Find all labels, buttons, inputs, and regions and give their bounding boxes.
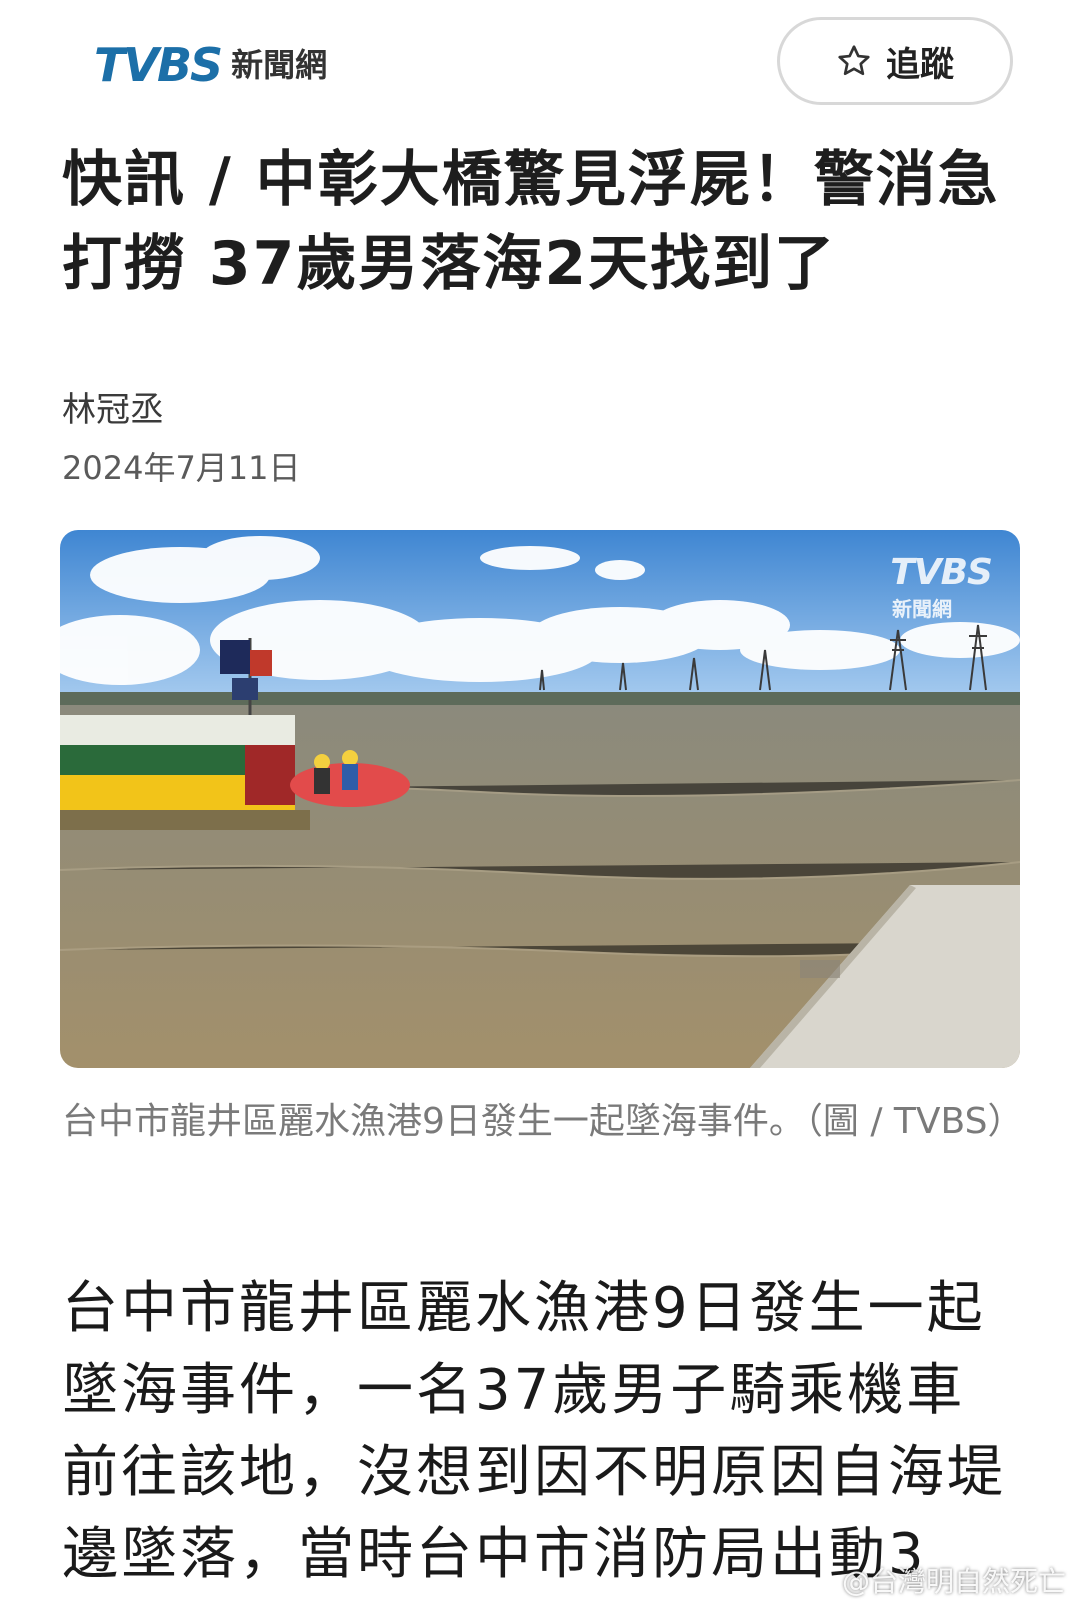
article-title: 快訊 / 中彰大橋驚見浮屍！警消急打撈 37歲男落海2天找到了 xyxy=(62,145,1000,299)
weibo-watermark: @台灣明自然死亡 xyxy=(841,1565,1066,1598)
photo-watermark-mark: TVBS xyxy=(890,552,993,593)
photo-watermark: TVBS 新聞網 xyxy=(890,552,993,622)
photo-caption: 台中市龍井區麗水漁港9日發生一起墜海事件。（圖 / TVBS） xyxy=(62,1101,1024,1142)
top-bar: TVBS 新聞網 追蹤 xyxy=(0,0,1080,120)
follow-label: 追蹤 xyxy=(886,44,954,85)
river-rescue-image xyxy=(60,530,1020,1068)
article-body: 台中市龍井區麗水漁港9日發生一起墜海事件，一名37歲男子騎乘機車前往該地，沒想到… xyxy=(62,1276,1006,1587)
follow-button[interactable]: 追蹤 xyxy=(777,17,1013,105)
article-photo[interactable]: TVBS 新聞網 xyxy=(60,530,1020,1068)
photo-watermark-sub: 新聞網 xyxy=(892,597,952,621)
logo-mark: TVBS xyxy=(94,38,223,92)
tvbs-logo[interactable]: TVBS 新聞網 xyxy=(94,40,327,90)
logo-subtitle: 新聞網 xyxy=(231,46,328,84)
star-icon xyxy=(838,45,870,76)
author-name[interactable]: 林冠丞 xyxy=(62,382,164,431)
publish-date: 2024年7月11日 xyxy=(62,449,301,487)
